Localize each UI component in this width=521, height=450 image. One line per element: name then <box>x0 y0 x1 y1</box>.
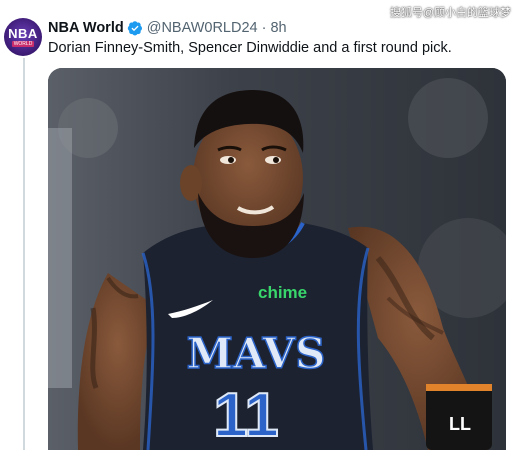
avatar-logo-text: NBA <box>8 26 38 41</box>
avatar-logo-subtext: WORLD <box>11 41 35 47</box>
sponsor-logo: chime <box>258 283 307 302</box>
thread-line <box>23 58 25 450</box>
jersey-team-name: MAVS <box>187 329 326 378</box>
account-handle[interactable]: @NBAW0RLD24 <box>147 20 258 36</box>
tweet-timestamp[interactable]: 8h <box>270 20 286 36</box>
tweet-text: Dorian Finney-Smith, Spencer Dinwiddie a… <box>48 40 452 56</box>
tweet-media-photo[interactable]: LL chime MAVS 11 <box>48 68 506 450</box>
jersey-number: 11 <box>213 381 279 450</box>
header-separator: · <box>261 20 267 36</box>
player-photo: LL chime MAVS 11 <box>48 68 506 450</box>
armband-text: LL <box>449 414 471 434</box>
verified-badge-icon <box>127 21 142 36</box>
account-avatar[interactable]: NBA WORLD <box>4 18 42 56</box>
tweet-header: NBA World @NBAW0RLD24 · 8h <box>48 20 287 36</box>
display-name[interactable]: NBA World <box>48 20 124 36</box>
watermark: 搜狐号@顾小白的篮球梦 <box>389 7 511 19</box>
